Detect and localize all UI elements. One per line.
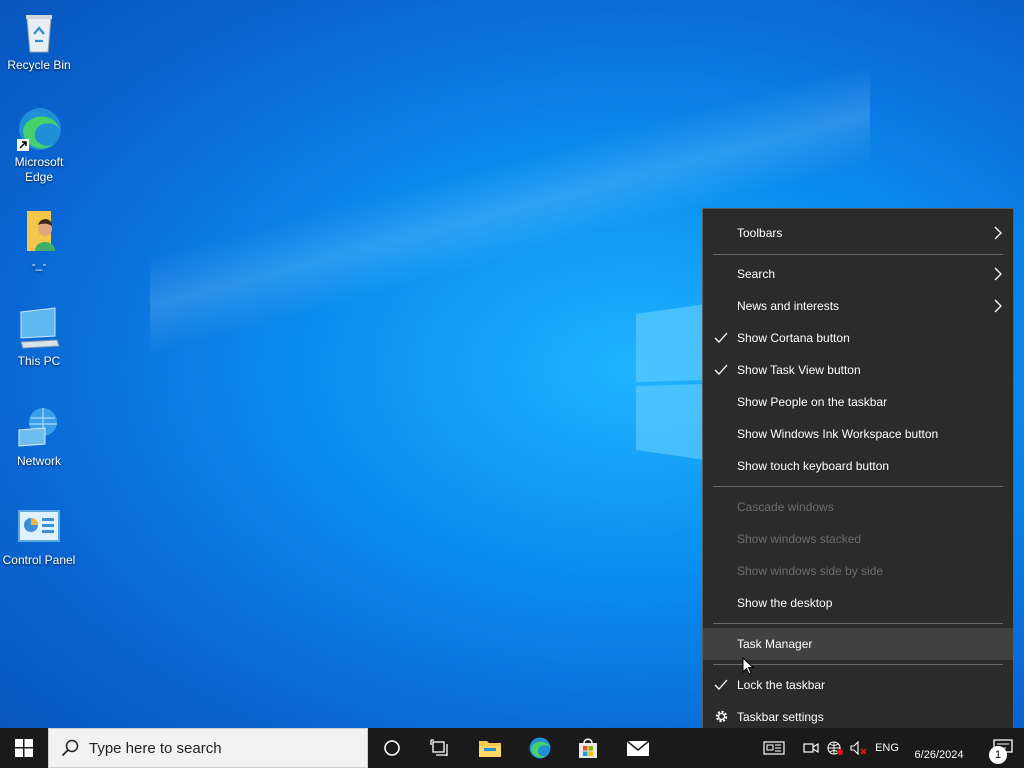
menu-item-label: Lock the taskbar — [737, 678, 826, 692]
edge-icon — [17, 108, 61, 151]
checkmark-icon — [714, 332, 728, 343]
search-icon — [61, 739, 79, 757]
menu-item-label: Show Cortana button — [737, 331, 850, 345]
desktop-icon-label: Microsoft Edge — [14, 155, 64, 184]
desktop-icon-label: Control Panel — [2, 553, 76, 567]
menu-item-label: Show windows side by side — [737, 564, 884, 578]
network-icon — [18, 408, 57, 447]
network-tray-button[interactable] — [824, 728, 846, 768]
menu-item-show-cortana-button[interactable]: Show Cortana button — [703, 322, 1013, 354]
menu-item-task-manager[interactable]: Task Manager — [703, 628, 1013, 660]
desktop-icon-control-panel[interactable]: Control Panel — [0, 503, 78, 568]
desktop-icon-label: Recycle Bin — [7, 58, 71, 72]
desktop-icon-this-pc[interactable]: This PC — [0, 304, 78, 369]
taskbar-search-box[interactable]: Type here to search — [48, 728, 368, 768]
menu-item-show-ink-workspace[interactable]: Show Windows Ink Workspace button — [703, 418, 1013, 450]
menu-separator — [713, 254, 1003, 255]
notification-count-badge: 1 — [989, 746, 1007, 764]
clock[interactable]: 6/26/2024 — [900, 728, 978, 768]
desktop-icon-label: -_- — [31, 257, 47, 271]
taskbar: Type here to search ENG 6/26/2024 — [0, 728, 1024, 768]
meet-now-icon — [803, 742, 819, 754]
menu-item-label: Toolbars — [737, 226, 783, 240]
gear-icon — [715, 710, 728, 723]
cortana-icon — [384, 740, 400, 756]
chevron-right-icon — [994, 226, 1002, 240]
menu-item-label: Show windows stacked — [737, 532, 862, 546]
start-button[interactable] — [0, 728, 48, 768]
meet-now-button[interactable] — [800, 728, 822, 768]
volume-button[interactable] — [848, 728, 870, 768]
menu-item-label: Cascade windows — [737, 500, 834, 514]
desktop-icon-label: This PC — [17, 354, 61, 368]
desktop-icon-label: Network — [16, 454, 61, 468]
cortana-button[interactable] — [368, 728, 416, 768]
menu-item-label: Show Task View button — [737, 363, 861, 377]
menu-item-label: News and interests — [737, 299, 840, 313]
chevron-right-icon — [994, 267, 1002, 281]
control-panel-icon — [18, 510, 60, 542]
wallpaper-windows-logo — [636, 304, 706, 460]
menu-item-show-task-view-button[interactable]: Show Task View button — [703, 354, 1013, 386]
mail-button[interactable] — [614, 728, 662, 768]
task-view-button[interactable] — [416, 728, 464, 768]
desktop-icon-network[interactable]: Network — [0, 404, 78, 469]
menu-item-show-windows-side-by-side: Show windows side by side — [703, 555, 1013, 587]
network-globe-icon — [827, 741, 843, 755]
menu-item-label: Show the desktop — [737, 596, 833, 610]
menu-item-cascade-windows: Cascade windows — [703, 491, 1013, 523]
search-placeholder: Type here to search — [89, 739, 222, 757]
desktop-icon-recycle-bin[interactable]: Recycle Bin — [0, 8, 78, 73]
menu-item-show-the-desktop[interactable]: Show the desktop — [703, 587, 1013, 619]
news-and-interests-button[interactable] — [760, 728, 788, 768]
menu-item-show-touch-keyboard[interactable]: Show touch keyboard button — [703, 450, 1013, 482]
mouse-pointer-icon — [742, 657, 754, 675]
clock-date: 6/26/2024 — [914, 749, 964, 761]
language-label: ENG — [875, 742, 899, 754]
menu-item-label: Search — [737, 267, 776, 281]
computer-icon — [20, 307, 60, 349]
edge-taskbar-button[interactable] — [516, 728, 564, 768]
chevron-right-icon — [994, 299, 1002, 313]
menu-item-label: Show touch keyboard button — [737, 459, 890, 473]
store-icon — [579, 738, 597, 758]
desktop-icon-user-folder[interactable]: -_- — [0, 207, 78, 272]
menu-item-label: Task Manager — [737, 637, 813, 651]
menu-separator — [713, 623, 1003, 624]
menu-item-show-windows-stacked: Show windows stacked — [703, 523, 1013, 555]
news-icon — [763, 741, 785, 755]
menu-item-label: Show Windows Ink Workspace button — [737, 427, 939, 441]
language-indicator[interactable]: ENG — [872, 728, 902, 768]
menu-item-search[interactable]: Search — [703, 258, 1013, 290]
volume-muted-icon — [850, 740, 867, 756]
desktop-icon-edge[interactable]: Microsoft Edge — [0, 105, 78, 185]
windows-logo-icon — [15, 739, 33, 757]
checkmark-icon — [714, 364, 728, 375]
task-view-icon — [430, 739, 448, 756]
mail-icon — [626, 740, 650, 756]
menu-separator — [713, 664, 1003, 665]
menu-item-toolbars[interactable]: Toolbars — [703, 217, 1013, 249]
menu-separator — [713, 486, 1003, 487]
menu-item-label: Taskbar settings — [737, 710, 824, 724]
user-folder-icon — [27, 211, 55, 251]
store-button[interactable] — [564, 728, 612, 768]
file-explorer-icon — [479, 741, 501, 757]
menu-item-show-people[interactable]: Show People on the taskbar — [703, 386, 1013, 418]
edge-icon — [529, 737, 551, 759]
menu-item-news-and-interests[interactable]: News and interests — [703, 290, 1013, 322]
recycle-bin-icon — [26, 15, 52, 53]
file-explorer-button[interactable] — [466, 728, 514, 768]
menu-item-label: Show People on the taskbar — [737, 395, 888, 409]
checkmark-icon — [714, 679, 728, 690]
